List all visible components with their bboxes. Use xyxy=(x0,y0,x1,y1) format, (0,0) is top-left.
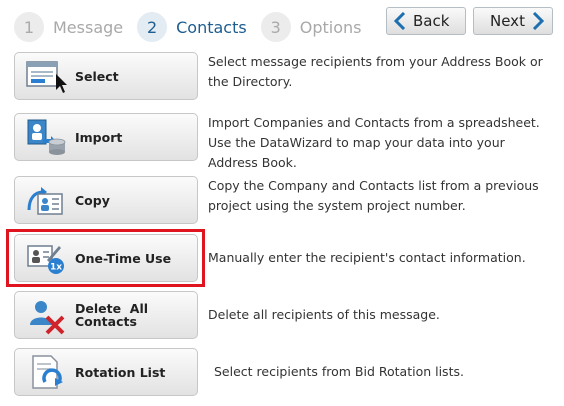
import-database-icon xyxy=(25,117,69,157)
import-button[interactable]: Import xyxy=(14,113,198,161)
option-row-import: Import Import Companies and Contacts fro… xyxy=(14,113,564,170)
step-message[interactable]: 1 Message xyxy=(14,12,123,42)
step-label: Message xyxy=(53,17,124,37)
chevron-left-icon xyxy=(393,12,407,30)
select-button[interactable]: Select xyxy=(14,52,198,100)
step-number: 2 xyxy=(137,12,168,42)
select-description: Select message recipients from your Addr… xyxy=(208,54,543,89)
selection-highlight xyxy=(6,229,205,287)
copy-contacts-icon xyxy=(25,180,69,220)
back-label: Back xyxy=(413,12,450,30)
rotation-list-icon xyxy=(25,352,69,392)
copy-description: Copy the Company and Contacts list from … xyxy=(208,178,539,213)
step-contacts[interactable]: 2 Contacts xyxy=(137,12,247,42)
delete-all-description: Delete all recipients of this message. xyxy=(208,307,440,322)
chevron-right-icon xyxy=(531,12,545,30)
back-button[interactable]: Back xyxy=(386,7,466,35)
delete-all-contacts-button-label: Delete All Contacts xyxy=(75,301,153,329)
import-description: Import Companies and Contacts from a spr… xyxy=(208,115,540,170)
select-button-label: Select xyxy=(75,68,119,84)
step-options[interactable]: 3 Options xyxy=(260,12,362,42)
option-row-copy: Copy Copy the Company and Contacts list … xyxy=(14,176,564,226)
next-button[interactable]: Next xyxy=(473,7,553,35)
step-label: Contacts xyxy=(176,17,247,37)
one-time-use-description: Manually enter the recipient's contact i… xyxy=(208,250,526,265)
delete-contacts-icon xyxy=(25,295,69,335)
step-number: 3 xyxy=(260,12,291,42)
step-label: Options xyxy=(299,17,362,37)
import-button-label: Import xyxy=(75,129,123,145)
copy-button[interactable]: Copy xyxy=(14,176,198,224)
copy-button-label: Copy xyxy=(75,192,110,208)
rotation-list-button-label: Rotation List xyxy=(75,364,166,380)
rotation-list-button[interactable]: Rotation List xyxy=(14,348,198,396)
option-row-rotation-list: Rotation List Select recipients from Bid… xyxy=(14,348,564,398)
step-number: 1 xyxy=(14,12,44,42)
delete-all-contacts-button[interactable]: Delete All Contacts xyxy=(14,291,198,339)
option-row-select: Select Select message recipients from yo… xyxy=(14,52,564,102)
next-label: Next xyxy=(490,12,525,30)
option-row-delete-all: Delete All Contacts Delete all recipient… xyxy=(14,291,564,341)
wizard-steps: 1 Message 2 Contacts 3 Options xyxy=(14,10,375,44)
address-book-select-icon xyxy=(25,56,69,96)
rotation-list-description: Select recipients from Bid Rotation list… xyxy=(214,364,464,379)
